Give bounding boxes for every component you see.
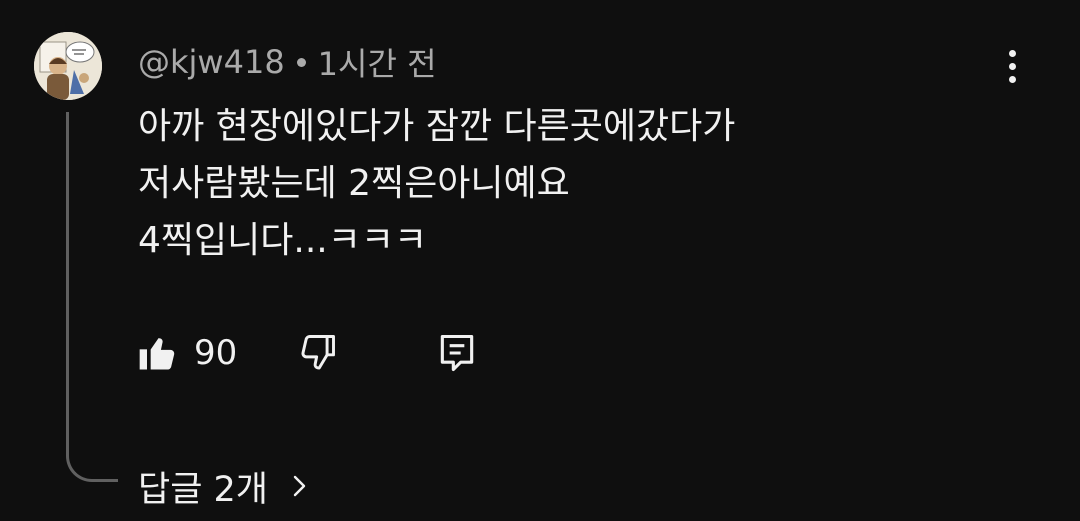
- comment-line: 저사람봤는데 2찍은아니예요: [138, 163, 570, 204]
- avatar-illustration: [34, 32, 102, 100]
- thumbs-up-icon: [139, 338, 175, 370]
- comment-actions: 90: [136, 326, 479, 380]
- comment-time[interactable]: 1시간 전: [318, 39, 437, 85]
- comment-meta: @kjw418 1시간 전: [138, 40, 437, 84]
- more-vertical-icon: [1008, 49, 1016, 57]
- avatar[interactable]: [34, 32, 102, 100]
- separator-dot: [296, 57, 306, 67]
- author-name[interactable]: @kjw418: [138, 43, 285, 81]
- replies-label: 답글 2개: [138, 469, 268, 510]
- chevron-right-icon: [290, 471, 310, 501]
- more-vertical-icon-dot: [1008, 62, 1016, 70]
- thumbs-down-icon: [301, 335, 336, 370]
- comment-line: 아까 현장에있다가 잠깐 다른곳에갔다가: [138, 106, 736, 147]
- more-options-button[interactable]: [990, 44, 1034, 88]
- view-replies-button[interactable]: 답글 2개: [138, 458, 310, 514]
- more-vertical-icon-dot: [1008, 75, 1016, 83]
- dislike-button[interactable]: [295, 331, 339, 375]
- comment-card: @kjw418 1시간 전 아까 현장에있다가 잠깐 다른곳에갔다가 저사람봤는…: [0, 0, 1080, 521]
- like-button[interactable]: 90: [136, 331, 237, 375]
- comment-line: 4찍입니다...ㅋㅋㅋ: [138, 220, 428, 261]
- comment-body: 아까 현장에있다가 잠깐 다른곳에갔다가 저사람봤는데 2찍은아니예요 4찍입니…: [138, 98, 1018, 269]
- reply-comment-icon: [441, 334, 474, 372]
- thread-line: [66, 112, 118, 482]
- reply-button[interactable]: [435, 331, 479, 375]
- like-count: 90: [194, 333, 238, 373]
